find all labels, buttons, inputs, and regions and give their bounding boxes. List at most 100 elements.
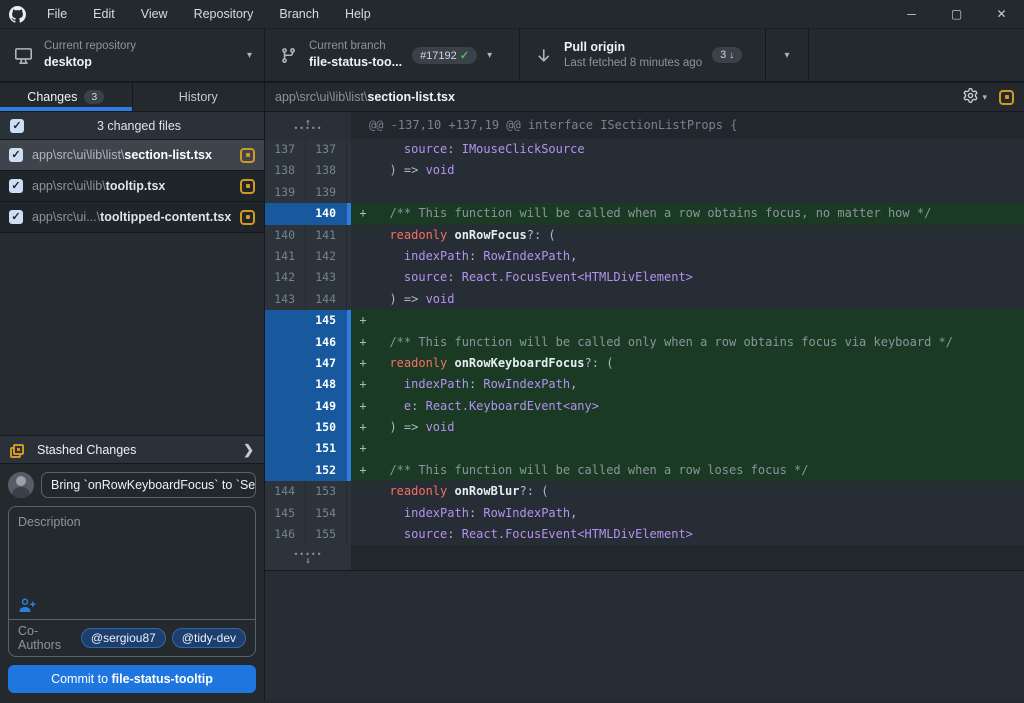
toolbar: Current repository desktop ▾ Current bra… bbox=[0, 28, 1024, 83]
changed-files-header[interactable]: ✓ 3 changed files bbox=[0, 112, 264, 140]
code-text: readonly onRowKeyboardFocus?: ( bbox=[375, 353, 1024, 374]
modified-status-icon bbox=[240, 148, 255, 163]
diff-marker: + bbox=[351, 310, 375, 331]
sidebar-empty-area bbox=[0, 233, 264, 435]
code-text: indexPath: RowIndexPath, bbox=[375, 246, 1024, 267]
computer-icon bbox=[12, 47, 34, 64]
code-text: source: IMouseClickSource bbox=[375, 139, 1024, 160]
new-line-number: 142 bbox=[306, 246, 347, 267]
code-text: ) => void bbox=[375, 417, 1024, 438]
old-line-number: 142 bbox=[265, 267, 306, 288]
new-line-number: 143 bbox=[306, 267, 347, 288]
description-placeholder: Description bbox=[18, 515, 81, 529]
arrow-down-icon: ↓ bbox=[305, 558, 310, 564]
window-controls: ─ ▢ ✕ bbox=[889, 0, 1024, 28]
diff-line-added[interactable]: 150+ ) => void bbox=[265, 417, 1024, 438]
expand-hunk-down-button[interactable]: •••••↓ bbox=[265, 545, 351, 570]
menu-item-file[interactable]: File bbox=[34, 7, 80, 21]
file-row[interactable]: ✓app\src\ui\lib\list\section-list.tsx bbox=[0, 140, 264, 171]
repository-label: Current repository bbox=[44, 39, 136, 55]
arrow-down-icon: ↓ bbox=[729, 50, 734, 61]
chevron-down-icon: ▾ bbox=[487, 50, 492, 61]
expand-hunk-down-row: •••••↓ bbox=[265, 545, 1024, 570]
diff-empty-area bbox=[265, 570, 1024, 701]
new-line-number: 146 bbox=[306, 332, 347, 353]
diff-marker: + bbox=[351, 417, 375, 438]
code-text: indexPath: RowIndexPath, bbox=[375, 374, 1024, 395]
diff-line-context[interactable]: 141142 indexPath: RowIndexPath, bbox=[265, 246, 1024, 267]
menu-item-repository[interactable]: Repository bbox=[181, 7, 267, 21]
diff-line-context[interactable]: 143144 ) => void bbox=[265, 289, 1024, 310]
new-line-number: 148 bbox=[306, 374, 347, 395]
diff-line-added[interactable]: 140+ /** This function will be called wh… bbox=[265, 203, 1024, 224]
diff-line-context[interactable]: 146155 source: React.FocusEvent<HTMLDivE… bbox=[265, 524, 1024, 545]
diff-line-context[interactable]: 137137 source: IMouseClickSource bbox=[265, 139, 1024, 160]
file-checkbox[interactable]: ✓ bbox=[9, 148, 23, 162]
maximize-button[interactable]: ▢ bbox=[934, 0, 979, 28]
diff-marker bbox=[351, 160, 375, 181]
new-line-number: 150 bbox=[306, 417, 347, 438]
diff-line-added[interactable]: 151+ bbox=[265, 438, 1024, 459]
code-text: e: React.KeyboardEvent<any> bbox=[375, 396, 1024, 417]
diff-line-context[interactable]: 140141 readonly onRowFocus?: ( bbox=[265, 225, 1024, 246]
close-button[interactable]: ✕ bbox=[979, 0, 1024, 28]
new-line-number: 144 bbox=[306, 289, 347, 310]
diff-line-context[interactable]: 145154 indexPath: RowIndexPath, bbox=[265, 503, 1024, 524]
file-path: app\src\ui\lib\tooltip.tsx bbox=[32, 179, 231, 193]
new-line-number: 153 bbox=[306, 481, 347, 502]
diff-line-added[interactable]: 149+ e: React.KeyboardEvent<any> bbox=[265, 396, 1024, 417]
old-line-number: 139 bbox=[265, 182, 306, 203]
pull-dropdown-button[interactable]: ▾ bbox=[766, 29, 809, 81]
tab-history[interactable]: History bbox=[133, 83, 265, 111]
diff-line-context[interactable]: 138138 ) => void bbox=[265, 160, 1024, 181]
new-line-number: 141 bbox=[306, 225, 347, 246]
stashed-changes-row[interactable]: Stashed Changes ❯ bbox=[0, 435, 264, 464]
commit-button[interactable]: Commit to file-status-tooltip bbox=[8, 665, 256, 693]
commit-description-input[interactable]: Description bbox=[9, 507, 255, 619]
diff-marker: + bbox=[351, 332, 375, 353]
menu-item-edit[interactable]: Edit bbox=[80, 7, 128, 21]
tab-changes[interactable]: Changes 3 bbox=[0, 83, 133, 111]
diff-line-added[interactable]: 152+ /** This function will be called wh… bbox=[265, 460, 1024, 481]
diff-options-button[interactable]: ▾ bbox=[963, 88, 987, 106]
diff-line-context[interactable]: 139139 bbox=[265, 182, 1024, 203]
diff-line-added[interactable]: 145+ bbox=[265, 310, 1024, 331]
menu-item-help[interactable]: Help bbox=[332, 7, 384, 21]
diff-line-context[interactable]: 142143 source: React.FocusEvent<HTMLDivE… bbox=[265, 267, 1024, 288]
dotted-line: ••••• bbox=[293, 126, 322, 132]
diff-marker: + bbox=[351, 353, 375, 374]
old-line-number bbox=[265, 396, 306, 417]
file-checkbox[interactable]: ✓ bbox=[9, 210, 23, 224]
diff-line-context[interactable]: 144153 readonly onRowBlur?: ( bbox=[265, 481, 1024, 502]
pr-badge: #17192 ✓ bbox=[412, 47, 477, 64]
git-branch-icon bbox=[277, 47, 299, 64]
commit-summary-input[interactable]: Bring `onRowKeyboardFocus` to `Se bbox=[41, 472, 256, 498]
diff-line-added[interactable]: 146+ /** This function will be called on… bbox=[265, 332, 1024, 353]
code-text bbox=[375, 310, 1024, 331]
current-repository-button[interactable]: Current repository desktop ▾ bbox=[0, 29, 265, 81]
pull-origin-button[interactable]: Pull origin Last fetched 8 minutes ago 3… bbox=[520, 29, 766, 81]
pull-text: Pull origin Last fetched 8 minutes ago bbox=[564, 39, 702, 71]
repository-text: Current repository desktop bbox=[44, 39, 136, 71]
file-row[interactable]: ✓ app\src\ui...\tooltipped-content.tsx bbox=[0, 202, 264, 233]
menu-item-view[interactable]: View bbox=[128, 7, 181, 21]
new-line-number: 140 bbox=[306, 203, 347, 224]
current-branch-button[interactable]: Current branch file-status-too... #17192… bbox=[265, 29, 520, 81]
expand-hunk-up-button[interactable]: ↑••••• bbox=[265, 112, 351, 139]
diff-marker bbox=[351, 246, 375, 267]
file-row[interactable]: ✓ app\src\ui\lib\tooltip.tsx bbox=[0, 171, 264, 202]
select-all-checkbox[interactable]: ✓ bbox=[10, 119, 24, 133]
minimize-button[interactable]: ─ bbox=[889, 0, 934, 28]
file-path: app\src\ui...\tooltipped-content.tsx bbox=[32, 210, 231, 224]
file-checkbox[interactable]: ✓ bbox=[9, 179, 23, 193]
diff-lines: 137137 source: IMouseClickSource138138 )… bbox=[265, 139, 1024, 545]
coauthor-pill[interactable]: @tidy-dev bbox=[172, 628, 246, 648]
code-text: source: React.FocusEvent<HTMLDivElement> bbox=[375, 267, 1024, 288]
add-coauthor-icon[interactable] bbox=[18, 597, 36, 613]
code-text: indexPath: RowIndexPath, bbox=[375, 503, 1024, 524]
coauthor-pill[interactable]: @sergiou87 bbox=[81, 628, 166, 648]
new-line-number: 154 bbox=[306, 503, 347, 524]
diff-line-added[interactable]: 148+ indexPath: RowIndexPath, bbox=[265, 374, 1024, 395]
menu-item-branch[interactable]: Branch bbox=[266, 7, 332, 21]
diff-line-added[interactable]: 147+ readonly onRowKeyboardFocus?: ( bbox=[265, 353, 1024, 374]
